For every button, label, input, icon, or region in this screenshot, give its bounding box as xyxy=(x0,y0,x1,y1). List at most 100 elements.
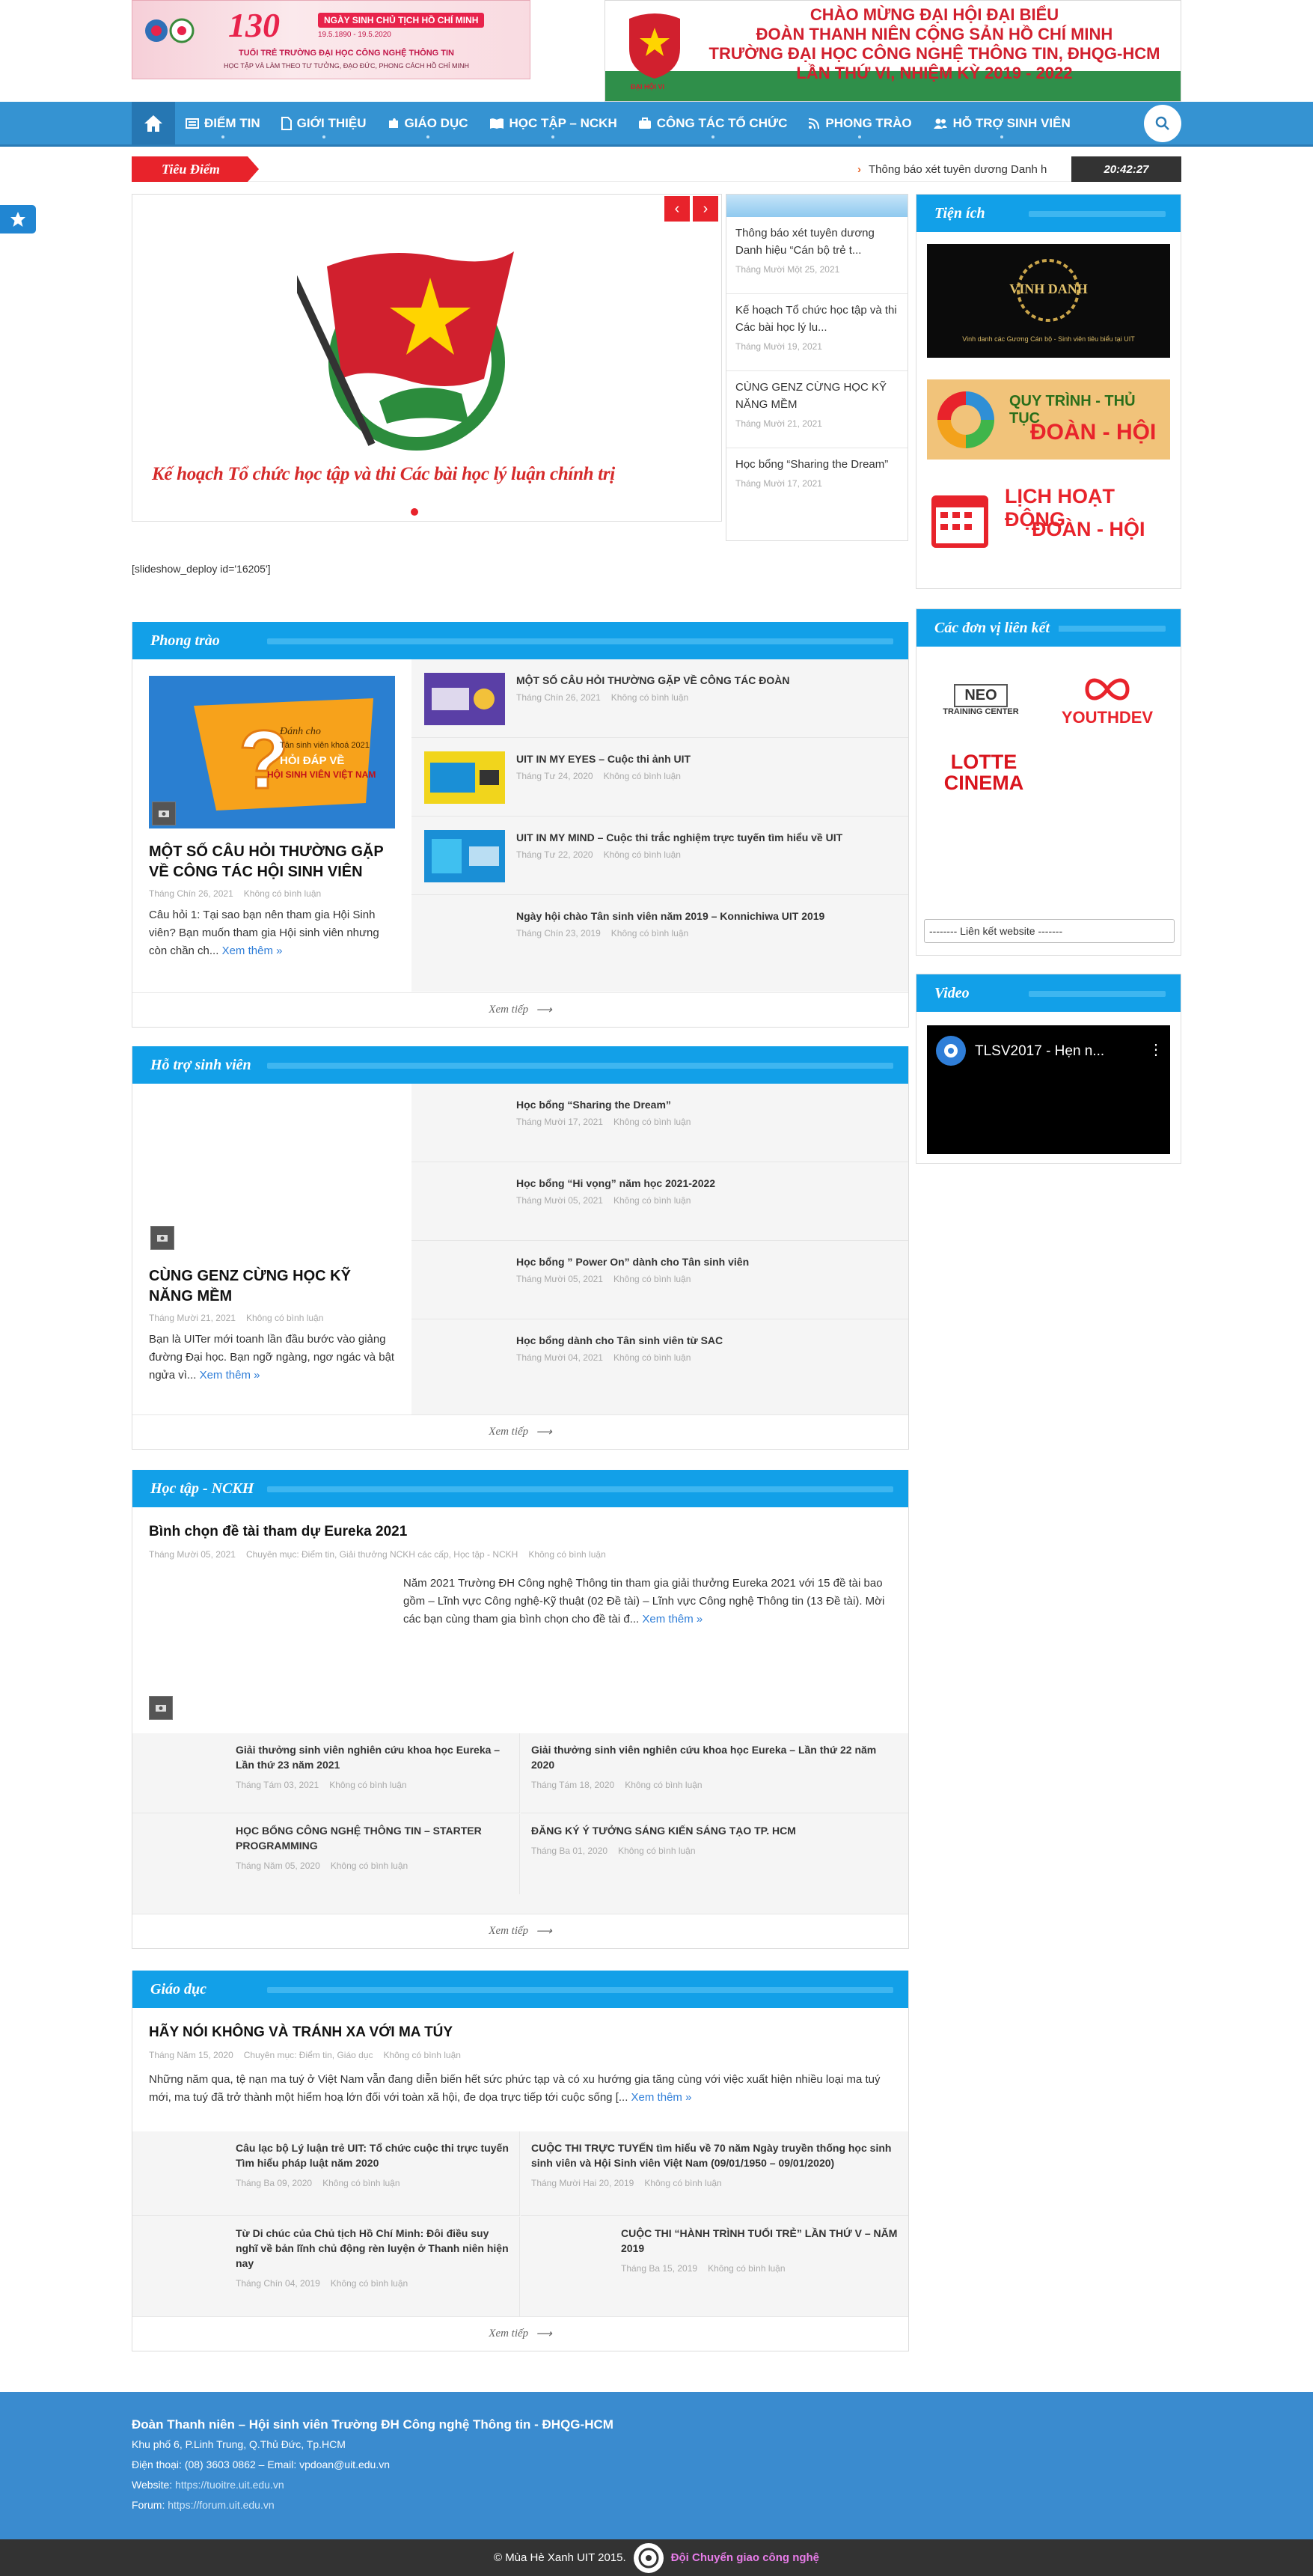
slider-list-item[interactable]: Thông báo xét tuyên dương Danh hiệu “Cán… xyxy=(726,217,908,294)
list-item-comments[interactable]: Không có bình luận xyxy=(708,2263,785,2274)
lich-hoat-dong-banner[interactable]: LỊCH HOẠT ĐỘNG ĐOÀN - HỘI xyxy=(927,479,1170,559)
list-item[interactable]: ĐĂNG KÝ Ý TƯỞNG SÁNG KIẾN SÁNG TẠO TP. H… xyxy=(521,1814,908,1894)
list-item[interactable]: CUỘC THI TRỰC TUYẾN tìm hiểu về 70 năm N… xyxy=(521,2131,908,2216)
slider-prev-button[interactable]: ‹ xyxy=(664,196,690,222)
list-item-comments[interactable]: Không có bình luận xyxy=(613,1195,691,1206)
list-item[interactable]: Câu lạc bộ Lý luận trẻ UIT: Tổ chức cuộc… xyxy=(132,2131,520,2216)
team-link[interactable]: Đội Chuyển giao công nghệ xyxy=(671,2551,819,2564)
cinema-text: CINEMA xyxy=(943,772,1024,794)
favorite-toggle[interactable] xyxy=(0,205,36,234)
list-item-comments[interactable]: Không có bình luận xyxy=(625,1780,702,1790)
footer-website-link[interactable]: https://tuoitre.uit.edu.vn xyxy=(175,2479,284,2491)
read-more-link[interactable]: Xem thêm » xyxy=(631,2091,692,2104)
list-item-comments[interactable]: Không có bình luận xyxy=(604,849,681,860)
slider-next-button[interactable]: › xyxy=(693,196,718,222)
list-item-comments[interactable]: Không có bình luận xyxy=(618,1846,695,1856)
list-item[interactable]: Học bổng “Sharing the Dream” Tháng Mười 1… xyxy=(411,1084,908,1162)
list-item[interactable]: Từ Di chúc của Chủ tịch Hồ Chí Minh: Đôi… xyxy=(132,2217,520,2317)
slider-caption[interactable]: Kế hoạch Tổ chức học tập và thi Các bài … xyxy=(152,464,615,485)
slider-dot[interactable] xyxy=(411,508,418,516)
featured-post[interactable]: CÙNG GENZ CỪNG HỌC KỸ NĂNG MỀM Tháng Mườ… xyxy=(132,1084,411,1385)
featured-post-title[interactable]: CÙNG GENZ CỪNG HỌC KỸ NĂNG MỀM xyxy=(149,1266,395,1307)
anniversary-banner[interactable]: 130 NGÀY SINH CHỦ TỊCH HỒ CHÍ MINH 19.5.… xyxy=(132,0,530,79)
featured-post-title[interactable]: MỘT SỐ CÂU HỎI THƯỜNG GẶP VỀ CÔNG TÁC HỘ… xyxy=(149,842,395,882)
list-item[interactable]: Giải thưởng sinh viên nghiên cứu khoa họ… xyxy=(132,1733,520,1813)
search-button[interactable] xyxy=(1144,104,1181,142)
quy-trinh-banner[interactable]: QUY TRÌNH - THỦ TỤC ĐOÀN - HỘI xyxy=(927,379,1170,460)
post-comments[interactable]: Không có bình luận xyxy=(244,888,321,899)
section-phong-trao: Phong trào ? Đánh cho Tân sinh viên khoá… xyxy=(132,622,909,1028)
read-more-link[interactable]: Xem thêm » xyxy=(642,1613,703,1626)
kebab-menu-icon[interactable]: ⋮ xyxy=(1148,1040,1163,1059)
nav-phong-trao[interactable]: PHONG TRÀO xyxy=(798,102,922,144)
post-comments[interactable]: Không có bình luận xyxy=(246,1313,323,1323)
featured-post-title[interactable]: HÃY NÓI KHÔNG VÀ TRÁNH XA VỚI MA TÚY xyxy=(149,2024,453,2041)
list-item[interactable]: Học bổng “Hi vọng” năm học 2021-2022 Thán… xyxy=(411,1162,908,1241)
featured-post-image[interactable] xyxy=(149,1100,395,1253)
list-item[interactable]: Học bổng dành cho Tân sinh viên từ SAC Th… xyxy=(411,1319,908,1398)
nav-diem-tin[interactable]: ĐIỂM TIN xyxy=(175,102,271,144)
list-item[interactable]: Ngày hội chào Tân sinh viên năm 2019 – K… xyxy=(411,895,908,974)
list-item-comments[interactable]: Không có bình luận xyxy=(331,2278,408,2289)
list-item-meta: Tháng Tám 03, 2021 Không có bình luận xyxy=(236,1780,417,1790)
video-player[interactable]: TLSV2017 - Hẹn n... ⋮ xyxy=(927,1025,1170,1154)
list-item-comments[interactable]: Không có bình luận xyxy=(611,928,688,938)
website-link-select[interactable]: -------- Liên kết website ------- xyxy=(924,919,1175,943)
youthdev-logo[interactable]: YOUTHDEV xyxy=(1051,673,1163,727)
more-button[interactable]: Xem tiếp ⟶ xyxy=(132,1914,908,1948)
list-item-comments[interactable]: Không có bình luận xyxy=(329,1780,406,1790)
slider-list-item[interactable]: Học bổng “Sharing the Dream” Tháng Mười 1… xyxy=(726,448,908,525)
post-category[interactable]: Chuyên mục: Điểm tin, Giải thưởng NCKH c… xyxy=(246,1549,518,1560)
lotte-cinema-logo[interactable]: LOTTE CINEMA xyxy=(931,751,1036,793)
list-item-title: CUỘC THI “HÀNH TRÌNH TUỔI TRẺ” LẦN THỨ V… xyxy=(621,2227,898,2254)
slider-list-item[interactable]: CÙNG GENZ CỪNG HỌC KỸ NĂNG MỀM Tháng Mười… xyxy=(726,371,908,448)
list-item-comments[interactable]: Không có bình luận xyxy=(611,692,688,703)
ticker-text-link[interactable]: › Thông báo xét tuyên dương Danh h xyxy=(857,163,1104,176)
list-item[interactable]: Học bổng ” Power On” dành cho Tân sinh v… xyxy=(411,1241,908,1319)
list-item-comments[interactable]: Không có bình luận xyxy=(322,2178,400,2188)
list-item[interactable]: UIT IN MY EYES – Cuộc thi ảnh UIT Tháng T… xyxy=(411,738,908,817)
footer-forum-link[interactable]: https://forum.uit.edu.vn xyxy=(168,2499,274,2511)
list-item-comments[interactable]: Không có bình luận xyxy=(604,771,681,781)
slider-item-date: Tháng Mười Một 25, 2021 xyxy=(735,264,840,275)
video-title[interactable]: TLSV2017 - Hẹn n... xyxy=(975,1043,1104,1060)
featured-post-title[interactable]: Bình chọn đề tài tham dự Eureka 2021 xyxy=(149,1524,407,1540)
nav-hoc-tap[interactable]: HỌC TẬP – NCKH xyxy=(479,102,628,144)
ticker-clock: 20:42:27 xyxy=(1071,156,1181,182)
nav-cong-tac[interactable]: CÔNG TÁC TỔ CHỨC xyxy=(628,102,798,144)
list-item-comments[interactable]: Không có bình luận xyxy=(331,1861,408,1871)
vinh-danh-banner[interactable]: VINH DANH Vinh danh các Gương Cán bộ - S… xyxy=(927,244,1170,358)
list-item-comments[interactable]: Không có bình luận xyxy=(613,1274,691,1284)
list-item[interactable]: MỘT SỐ CÂU HỎI THƯỜNG GẶP VỀ CÔNG TÁC ĐO… xyxy=(411,659,908,738)
post-comments[interactable]: Không có bình luận xyxy=(384,2050,461,2060)
list-item[interactable]: UIT IN MY MIND – Cuộc thi trắc nghiệm tr… xyxy=(411,817,908,895)
more-button[interactable]: Xem tiếp ⟶ xyxy=(132,2316,908,2351)
list-item[interactable]: CUỘC THI “HÀNH TRÌNH TUỔI TRẺ” LẦN THỨ V… xyxy=(521,2217,908,2317)
more-button[interactable]: Xem tiếp ⟶ xyxy=(132,992,908,1027)
neo-logo[interactable]: NEO TRAINING CENTER xyxy=(936,684,1026,716)
home-button[interactable] xyxy=(132,102,175,144)
slider-list-item[interactable]: Kế hoạch Tổ chức học tập và thi Các bài … xyxy=(726,294,908,371)
list-item[interactable]: HỌC BỔNG CÔNG NGHỆ THÔNG TIN – STARTER P… xyxy=(132,1814,520,1894)
featured-post[interactable]: ? Đánh cho Tân sinh viên khoá 2021 HỎI Đ… xyxy=(132,659,411,960)
users-icon xyxy=(933,118,947,129)
read-more-link[interactable]: Xem thêm » xyxy=(200,1369,260,1382)
nav-phong-trao-label: PHONG TRÀO xyxy=(825,115,912,130)
featured-post-image[interactable]: ? Đánh cho Tân sinh viên khoá 2021 HỎI Đ… xyxy=(149,676,395,828)
nav-gioi-thieu[interactable]: GIỚI THIỆU xyxy=(271,102,377,144)
nav-ho-tro[interactable]: HỖ TRỢ SINH VIÊN xyxy=(922,102,1081,144)
post-comments[interactable]: Không có bình luận xyxy=(528,1549,605,1560)
list-item[interactable]: Giải thưởng sinh viên nghiên cứu khoa họ… xyxy=(521,1733,908,1813)
read-more-link[interactable]: Xem thêm » xyxy=(222,944,283,957)
nav-giao-duc[interactable]: GIÁO DỤC xyxy=(377,102,479,144)
list-item-comments[interactable]: Không có bình luận xyxy=(613,1352,691,1363)
congress-banner[interactable]: CHÀO MỪNG ĐẠI HỘI ĐẠI BIỂU ĐOÀN THANH NI… xyxy=(605,0,1181,102)
post-meta: Tháng Mười 21, 2021 Không có bình luận xyxy=(149,1313,395,1323)
list-item-comments[interactable]: Không có bình luận xyxy=(644,2178,721,2188)
post-category[interactable]: Chuyên mục: Điểm tin, Giáo dục xyxy=(244,2050,373,2060)
list-item-comments[interactable]: Không có bình luận xyxy=(613,1117,691,1127)
channel-avatar[interactable] xyxy=(936,1036,966,1066)
featured-slider[interactable]: ‹ › Kế hoạch Tổ chức học tập và thi Các … xyxy=(132,194,722,522)
post-list: Học bổng “Sharing the Dream” Tháng Mười 1… xyxy=(411,1084,908,1415)
more-button[interactable]: Xem tiếp ⟶ xyxy=(132,1414,908,1449)
